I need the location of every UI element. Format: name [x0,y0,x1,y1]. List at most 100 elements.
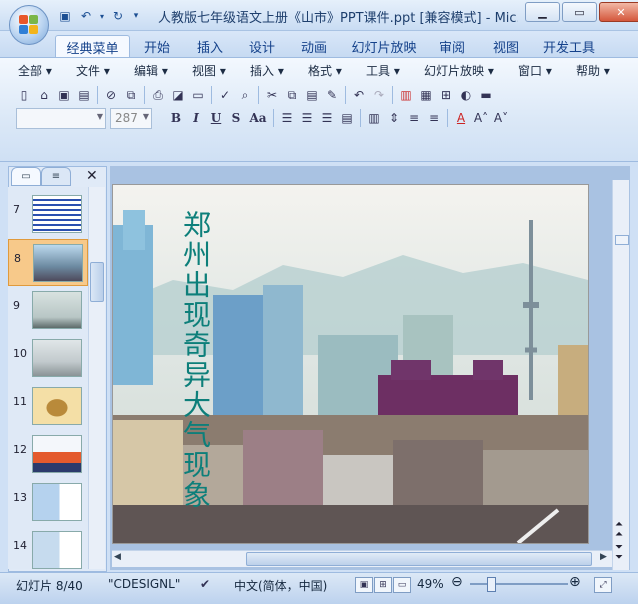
pane-scroll-thumb[interactable] [90,262,104,302]
save-icon[interactable]: ▣ [54,85,74,105]
undo-dropdown-icon[interactable]: ▾ [98,7,106,25]
pane-vertical-scrollbar[interactable] [88,187,105,569]
slide-show-icon[interactable]: ▬ [476,85,496,105]
zoom-out-icon[interactable]: ⊖ [451,574,463,590]
redo-icon[interactable]: ↻ [109,7,127,25]
underline-button[interactable]: U [206,108,226,128]
slide-title[interactable]: 郑州出现奇异大气现象 [176,210,212,510]
fit-to-window-icon[interactable]: ⤢ [594,577,612,593]
decrease-font-icon[interactable]: A˅ [491,108,511,128]
menu-format[interactable]: 格式 ▾ [308,62,342,79]
slide-thumbnail[interactable]: 9 [8,287,88,334]
slide-thumbnail[interactable]: 12 [8,431,88,478]
numbering-icon[interactable]: ≡ [404,108,424,128]
outline-tab[interactable]: ≡ [41,167,71,186]
shadow-button[interactable]: S [226,108,246,128]
menu-all[interactable]: 全部 ▾ [18,62,52,79]
slideshow-view-icon[interactable]: ▭ [393,577,411,593]
minimize-icon[interactable]: ▁ [525,2,560,22]
research-icon[interactable]: ⌕ [235,85,255,105]
close-icon[interactable]: ✕ [599,2,638,22]
menu-view[interactable]: 视图 ▾ [192,62,226,79]
change-case-button[interactable]: Aa [246,108,270,128]
normal-view-icon[interactable]: ▣ [355,577,373,593]
align-right-icon[interactable]: ☰ [317,108,337,128]
zoom-in-icon[interactable]: ⊕ [569,574,581,590]
slide-thumbnail-selected[interactable]: 8 [8,239,88,286]
tab-view[interactable]: 视图 [486,35,526,57]
zoom-slider-track[interactable] [470,583,568,585]
italic-button[interactable]: I [186,108,206,128]
columns-icon[interactable]: ▥ [364,108,384,128]
permission-icon[interactable]: ⊘ [101,85,121,105]
previous-slide-icon[interactable]: ⏶ ⏶ [615,520,623,540]
justify-icon[interactable]: ▤ [337,108,357,128]
chevron-down-icon: ▼ [96,112,103,121]
office-button[interactable] [9,5,49,45]
print-preview-icon[interactable]: ◪ [168,85,188,105]
tab-slideshow[interactable]: 幻灯片放映 [348,35,420,57]
slide-sorter-icon[interactable]: ⊞ [374,577,392,593]
redo-icon[interactable]: ↷ [369,85,389,105]
tab-classic-menu[interactable]: 经典菜单 [55,35,130,58]
new-document-icon[interactable]: ▯ [14,85,34,105]
next-slide-icon[interactable]: ⏷ ⏷ [615,543,623,563]
menu-help[interactable]: 帮助 ▾ [576,62,610,79]
tab-design[interactable]: 设计 [242,35,282,57]
menu-edit[interactable]: 编辑 ▾ [134,62,168,79]
grid-icon[interactable]: ⊞ [436,85,456,105]
menu-window[interactable]: 窗口 ▾ [518,62,552,79]
tab-insert[interactable]: 插入 [190,35,230,57]
paste-icon[interactable]: ▤ [302,85,322,105]
undo-icon[interactable]: ↶ [349,85,369,105]
format-painter-icon[interactable]: ✎ [322,85,342,105]
align-left-icon[interactable]: ☰ [277,108,297,128]
language-indicator[interactable]: 中文(简体，中国) [234,577,327,594]
vertical-scroll-thumb[interactable] [615,235,629,245]
attach-icon[interactable]: ⧉ [121,85,141,105]
spellcheck-icon[interactable]: ✔ [200,577,210,591]
chart-icon[interactable]: ▥ [396,85,416,105]
scroll-right-icon[interactable]: ▶ [600,552,607,562]
slide-thumbnail[interactable]: 10 [8,335,88,382]
horizontal-scroll-thumb[interactable] [246,552,592,566]
bold-button[interactable]: B [166,108,186,128]
cut-icon[interactable]: ✂ [262,85,282,105]
restore-icon[interactable]: ▭ [562,2,597,22]
save-icon[interactable]: ▣ [56,7,74,25]
screen-icon[interactable]: ▭ [188,85,208,105]
tab-review[interactable]: 审阅 [432,35,472,57]
scroll-left-icon[interactable]: ◀ [114,552,121,562]
spelling-icon[interactable]: ✓ [215,85,235,105]
align-center-icon[interactable]: ☰ [297,108,317,128]
menu-file[interactable]: 文件 ▾ [76,62,110,79]
slide-thumbnail[interactable]: 11 [8,383,88,430]
tab-developer[interactable]: 开发工具 [540,35,598,57]
bullets-icon[interactable]: ≡ [424,108,444,128]
font-size-combo[interactable]: 287 ▼ [110,108,152,129]
copy-icon[interactable]: ⧉ [282,85,302,105]
customize-icon[interactable]: ▾ [130,7,142,25]
tab-animation[interactable]: 动画 [294,35,334,57]
menu-tools[interactable]: 工具 ▾ [366,62,400,79]
font-color-icon[interactable]: A [451,108,471,128]
zoom-slider-thumb[interactable] [487,577,496,592]
increase-font-icon[interactable]: A˄ [471,108,491,128]
color-grayscale-icon[interactable]: ◐ [456,85,476,105]
zoom-level[interactable]: 49% [417,577,444,591]
slide-thumbnail[interactable]: 13 [8,479,88,526]
slides-tab[interactable]: ▭ [11,167,41,186]
table-icon[interactable]: ▦ [416,85,436,105]
save-as-icon[interactable]: ▤ [74,85,94,105]
print-icon[interactable]: ⎙ [148,85,168,105]
slide-thumbnail[interactable]: 7 [8,191,88,238]
menu-slideshow[interactable]: 幻灯片放映 ▾ [424,62,494,79]
undo-icon[interactable]: ↶ [77,7,95,25]
tab-home[interactable]: 开始 [137,35,177,57]
menu-insert[interactable]: 插入 ▾ [250,62,284,79]
font-name-combo[interactable]: ▼ [16,108,106,129]
text-direction-icon[interactable]: ⇕ [384,108,404,128]
close-pane-icon[interactable]: ✕ [86,168,98,184]
slide-thumbnail[interactable]: 14 [8,527,88,569]
open-folder-icon[interactable]: ⌂ [34,85,54,105]
